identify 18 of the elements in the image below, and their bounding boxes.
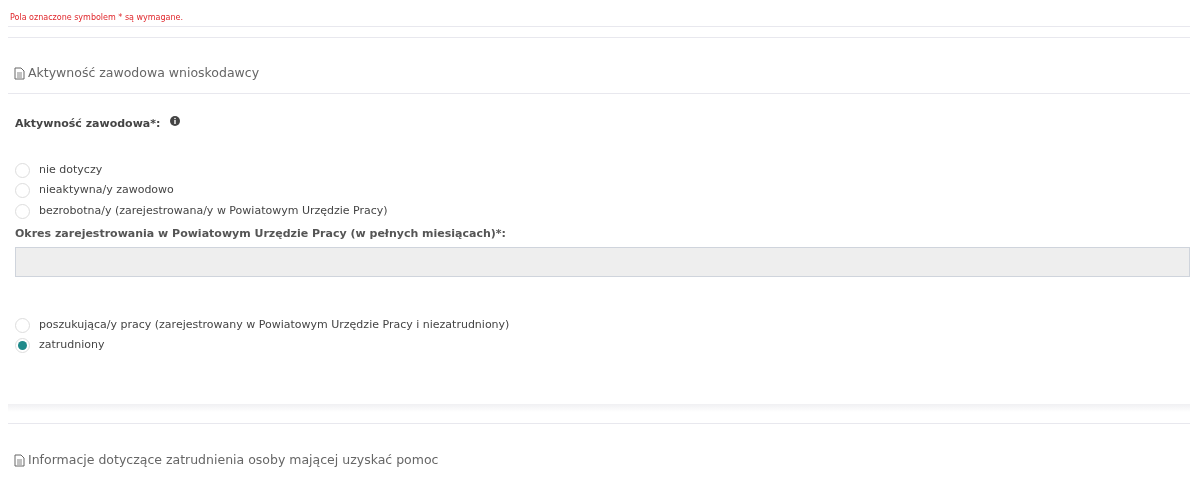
radio-button[interactable] — [15, 338, 30, 353]
document-icon — [14, 453, 25, 467]
field-label: Okres zarejestrowania w Powiatowym Urzędzie Pracy (w pełnych miesiącach)*: — [15, 226, 507, 243]
question-label: Aktywność zawodowa*: — [15, 115, 161, 132]
option-label: nie dotyczy — [39, 161, 103, 178]
option-label: poszukująca/y pracy (zarejestrowany w Powiatowym Urzędzie Pracy i niezatrudniony) — [39, 316, 510, 333]
option-label: bezrobotna/y (zarejestrowana/y w Powiatowym Urzędzie Pracy) — [39, 202, 388, 219]
required-note: Pola oznaczone symbolem * są wymagane. — [9, 12, 184, 24]
info-icon[interactable] — [170, 115, 181, 126]
radio-button[interactable] — [15, 203, 30, 219]
document-icon — [14, 66, 25, 80]
radio-button[interactable] — [15, 183, 30, 198]
section-title: Aktywność zawodowa wnioskodawcy — [28, 64, 260, 82]
option-label: zatrudniony — [39, 337, 105, 354]
option-label: nieaktywna/y zawodowo — [39, 182, 174, 199]
radio-button[interactable] — [15, 162, 30, 178]
section-title: Informacje dotyczące zatrudnienia osoby mającej uzyskać pomoc — [28, 450, 439, 469]
radio-button[interactable] — [15, 317, 30, 333]
